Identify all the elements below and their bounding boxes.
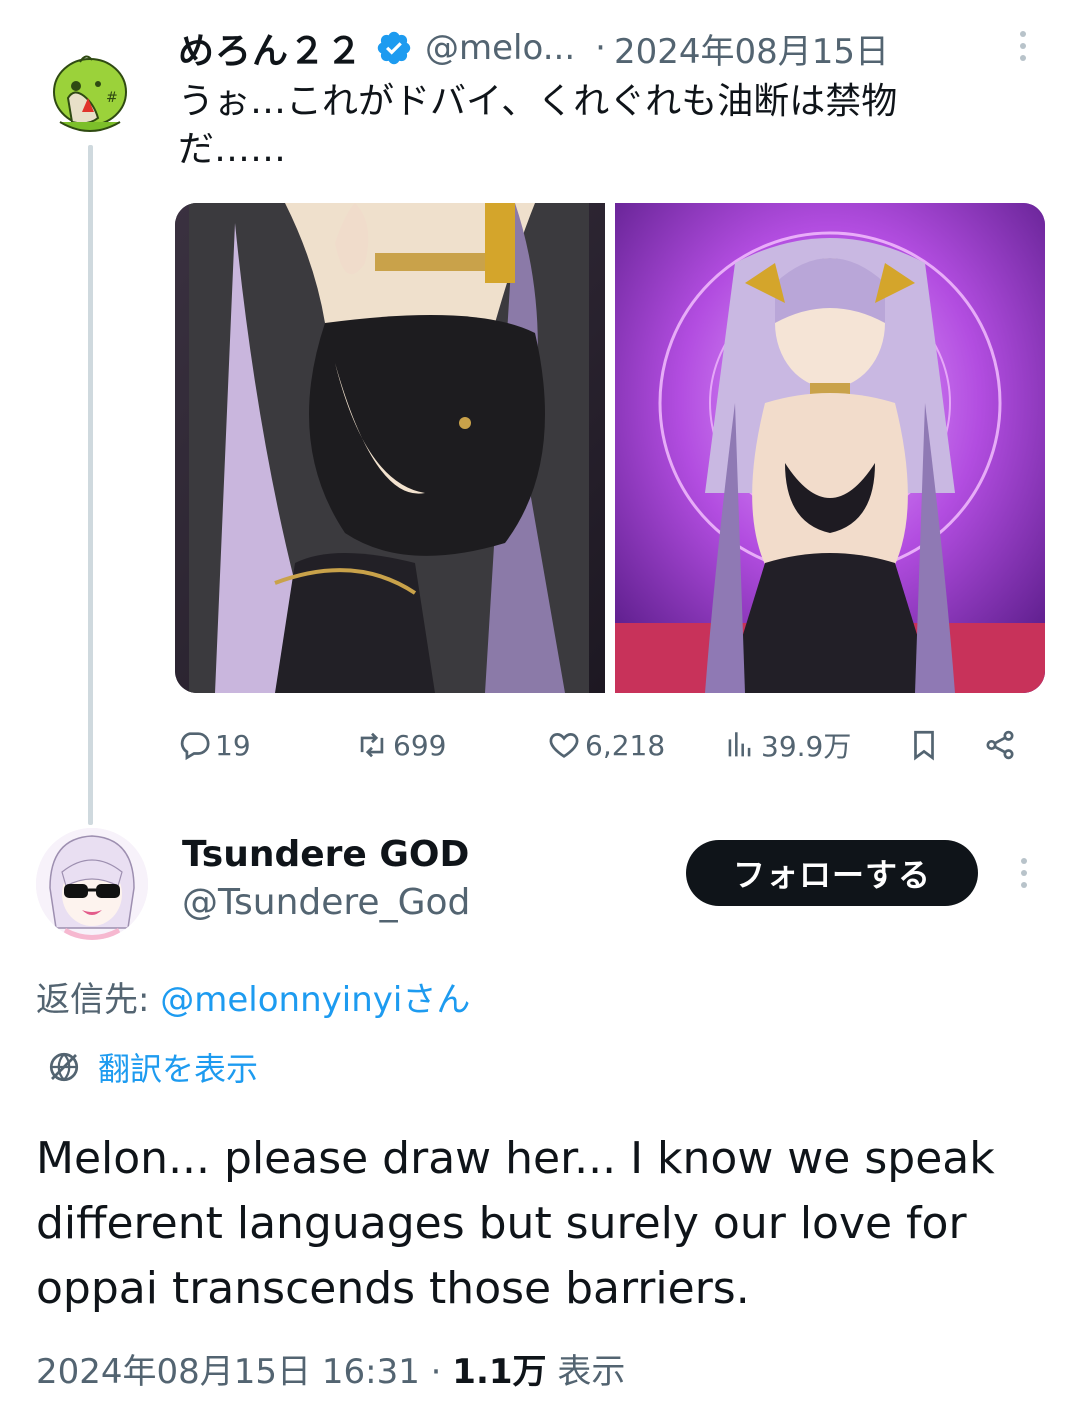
translate-globe-icon bbox=[49, 1052, 79, 1082]
reply-tweet-meta: 2024年08月15日 16:31 · 1.1万 表示 bbox=[36, 1344, 625, 1393]
parent-tweet-actions: 19 699 6,218 39.9万 bbox=[175, 720, 1045, 770]
parent-tweet-text-line1: うぉ…これがドバイ、くれぐれも油断は禁物 bbox=[178, 81, 898, 122]
parent-author-avatar[interactable]: # bbox=[40, 40, 144, 144]
parent-tweet-text: うぉ…これがドバイ、くれぐれも油断は禁物 だ…… bbox=[178, 78, 1028, 174]
share-icon bbox=[986, 730, 1014, 760]
melon-avatar-illustration: # bbox=[40, 40, 144, 144]
like-icon bbox=[549, 733, 579, 758]
repost-icon bbox=[360, 732, 384, 758]
reply-views-count: 1.1万 bbox=[452, 1352, 547, 1392]
parent-author-name[interactable]: めろん２２ bbox=[178, 22, 363, 74]
reply-author-handle[interactable]: @Tsundere_God bbox=[182, 882, 470, 923]
reply-count: 19 bbox=[215, 728, 251, 762]
thread-connector-line bbox=[88, 145, 93, 825]
views-count: 39.9万 bbox=[761, 730, 852, 763]
parent-more-icon[interactable] bbox=[1008, 28, 1038, 68]
parent-tweet-media bbox=[175, 203, 1045, 693]
reply-tweet-text: Melon... please draw her... I know we sp… bbox=[36, 1133, 995, 1314]
parent-author-handle[interactable]: @melo... bbox=[425, 28, 575, 68]
parent-tweet-date[interactable]: 2024年08月15日 bbox=[614, 24, 889, 73]
translate-button[interactable]: 翻訳を表示 bbox=[46, 1044, 258, 1090]
media-image-left[interactable] bbox=[175, 203, 605, 693]
repost-button[interactable]: 699 bbox=[355, 720, 446, 770]
reply-to-mention[interactable]: @melonnyinyiさん bbox=[160, 980, 470, 1020]
reply-button[interactable]: 19 bbox=[177, 720, 251, 770]
reply-to-prefix: 返信先: bbox=[36, 980, 161, 1020]
svg-text:#: # bbox=[106, 90, 118, 106]
meta-separator: · bbox=[419, 1352, 453, 1392]
sunglasses-girl-avatar-illustration bbox=[36, 828, 148, 940]
reply-more-icon[interactable] bbox=[1012, 855, 1036, 895]
bookmark-button[interactable] bbox=[907, 720, 945, 770]
follow-button[interactable]: フォローする bbox=[686, 840, 978, 906]
header-separator: · bbox=[595, 28, 606, 68]
bookmark-icon bbox=[914, 730, 934, 761]
like-button[interactable]: 6,218 bbox=[547, 720, 665, 770]
reply-views-label: 表示 bbox=[546, 1352, 626, 1392]
parent-tweet-text-line2: だ…… bbox=[178, 129, 287, 170]
views-button[interactable]: 39.9万 bbox=[723, 720, 851, 770]
share-button[interactable] bbox=[983, 720, 1021, 770]
repost-count: 699 bbox=[393, 728, 447, 762]
verified-badge-icon bbox=[375, 29, 413, 67]
reply-author-avatar[interactable] bbox=[36, 828, 148, 940]
reply-to-line: 返信先: @melonnyinyiさん bbox=[36, 972, 470, 1021]
parent-tweet-header: めろん２２ @melo... · 2024年08月15日 bbox=[178, 22, 889, 74]
reply-author-name[interactable]: Tsundere GOD bbox=[182, 834, 469, 875]
like-count: 6,218 bbox=[585, 728, 666, 762]
translate-label: 翻訳を表示 bbox=[98, 1050, 259, 1088]
reply-timestamp[interactable]: 2024年08月15日 16:31 bbox=[36, 1352, 420, 1392]
views-icon bbox=[728, 732, 751, 757]
media-image-right[interactable] bbox=[615, 203, 1045, 693]
reply-icon bbox=[180, 732, 210, 761]
